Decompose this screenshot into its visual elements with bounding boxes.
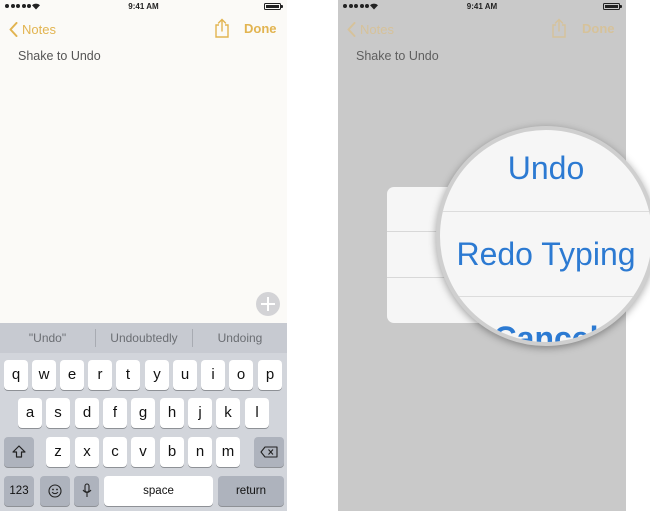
key[interactable]: v: [131, 437, 155, 467]
alert-divider: [440, 211, 650, 212]
key[interactable]: e: [60, 360, 84, 390]
key[interactable]: o: [229, 360, 253, 390]
shift-icon: [12, 445, 26, 458]
key[interactable]: d: [75, 398, 99, 428]
back-button[interactable]: Notes: [9, 20, 56, 38]
key[interactable]: m: [216, 437, 240, 467]
suggestion-item[interactable]: "Undo": [0, 323, 95, 353]
status-bar: 9:41 AM: [0, 0, 287, 14]
magnifier-callout: Undo Redo Typing Cancel: [436, 126, 650, 346]
suggestion-item[interactable]: Undoubtedly: [96, 323, 192, 353]
note-text: Shake to Undo: [356, 49, 439, 63]
key[interactable]: g: [131, 398, 155, 428]
numbers-key[interactable]: 123: [4, 476, 34, 506]
return-key[interactable]: return: [218, 476, 284, 506]
share-icon[interactable]: [551, 18, 567, 38]
key[interactable]: x: [75, 437, 99, 467]
key[interactable]: c: [103, 437, 127, 467]
redo-typing-button[interactable]: Redo Typing: [440, 236, 650, 273]
key[interactable]: n: [188, 437, 212, 467]
undo-button[interactable]: Undo: [440, 150, 650, 187]
dictation-key[interactable]: [74, 476, 99, 506]
delete-icon: [260, 446, 278, 458]
emoji-key[interactable]: [40, 476, 70, 506]
key[interactable]: b: [160, 437, 184, 467]
plus-icon[interactable]: [256, 292, 280, 316]
notes-screen-left: 9:41 AM Notes Done Shake to Undo "Undo" …: [0, 0, 287, 511]
space-key[interactable]: space: [104, 476, 213, 506]
key[interactable]: j: [188, 398, 212, 428]
key[interactable]: i: [201, 360, 225, 390]
back-label: Notes: [22, 21, 56, 37]
key[interactable]: r: [88, 360, 112, 390]
shift-key[interactable]: [4, 437, 34, 467]
key[interactable]: s: [46, 398, 70, 428]
note-text[interactable]: Shake to Undo: [18, 49, 101, 63]
battery-icon: [603, 3, 622, 10]
emoji-icon: [48, 484, 62, 498]
key[interactable]: u: [173, 360, 197, 390]
key[interactable]: p: [258, 360, 282, 390]
key[interactable]: a: [18, 398, 42, 428]
battery-icon: [264, 3, 283, 10]
predictive-bar: "Undo" Undoubtedly Undoing: [0, 323, 287, 353]
chevron-left-icon: [9, 21, 18, 37]
done-button[interactable]: Done: [582, 21, 615, 36]
done-button[interactable]: Done: [244, 21, 277, 36]
back-button[interactable]: Notes: [347, 20, 394, 38]
delete-key[interactable]: [254, 437, 284, 467]
suggestion-item[interactable]: Undoing: [193, 323, 287, 353]
key[interactable]: f: [103, 398, 127, 428]
key[interactable]: l: [245, 398, 269, 428]
status-time: 9:41 AM: [128, 2, 159, 11]
keyboard: "Undo" Undoubtedly Undoing q w e r t y u…: [0, 323, 287, 511]
microphone-icon: [82, 483, 91, 497]
key[interactable]: q: [4, 360, 28, 390]
key[interactable]: t: [116, 360, 140, 390]
key[interactable]: h: [160, 398, 184, 428]
key[interactable]: y: [145, 360, 169, 390]
key[interactable]: k: [216, 398, 240, 428]
back-label: Notes: [360, 21, 394, 37]
alert-divider: [440, 296, 650, 297]
share-icon[interactable]: [214, 18, 230, 38]
chevron-left-icon: [347, 21, 356, 37]
key[interactable]: z: [46, 437, 70, 467]
status-time: 9:41 AM: [466, 2, 498, 11]
key[interactable]: w: [32, 360, 56, 390]
status-bar: 9:41 AM: [338, 0, 626, 14]
